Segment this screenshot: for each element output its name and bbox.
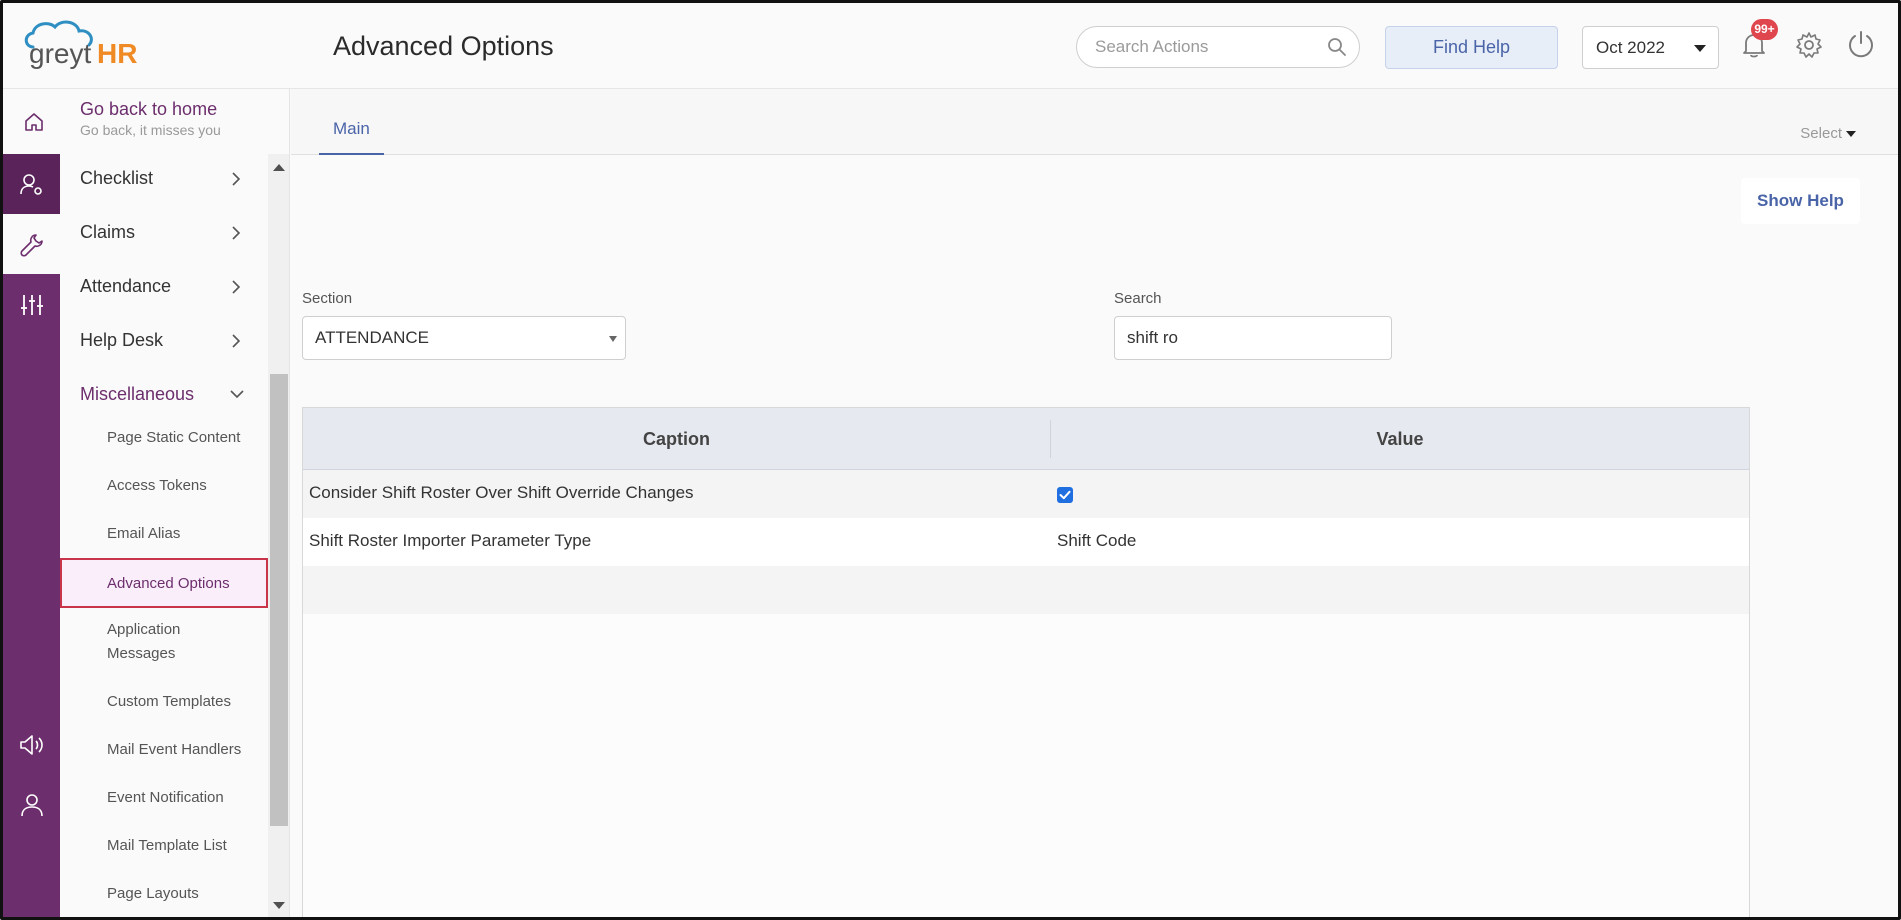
options-table: Caption Value Consider Shift Roster Over… — [302, 407, 1750, 917]
chevron-right-icon — [232, 334, 241, 348]
submenu-item-event-notification[interactable]: Event Notification — [60, 786, 268, 810]
chevron-down-icon — [230, 390, 244, 399]
search-actions-box[interactable] — [1076, 26, 1360, 68]
menu-item-label: Help Desk — [80, 330, 164, 350]
search-icon[interactable] — [1327, 37, 1347, 57]
submenu-item-email-alias[interactable]: Email Alias — [60, 522, 268, 546]
scroll-thumb[interactable] — [270, 374, 288, 826]
table-row-empty — [303, 566, 1749, 614]
tab-select-dropdown[interactable]: Select — [1800, 125, 1856, 142]
rail-home-item[interactable] — [3, 89, 60, 154]
logo-text-suffix: HR — [97, 38, 137, 69]
menu-item-label: Attendance — [80, 276, 172, 296]
go-back-title[interactable]: Go back to home — [80, 99, 217, 120]
user-icon — [21, 794, 43, 817]
column-header-caption[interactable]: Caption — [303, 408, 1050, 470]
row-caption: Shift Roster Importer Parameter Type — [309, 531, 592, 550]
chevron-right-icon — [232, 172, 241, 186]
search-label: Search — [1114, 290, 1162, 307]
scroll-down-arrow-icon[interactable] — [273, 902, 285, 909]
power-icon[interactable] — [1846, 29, 1876, 59]
period-value: Oct 2022 — [1596, 38, 1665, 57]
submenu-item-label: Advanced Options — [107, 575, 230, 592]
go-back-home[interactable]: Go back to home Go back, it misses you — [60, 89, 290, 154]
caret-down-icon — [1846, 131, 1856, 138]
submenu-item-mail-template-list[interactable]: Mail Template List — [60, 834, 268, 858]
scroll-up-arrow-icon[interactable] — [273, 164, 285, 171]
rail-profile-item[interactable] — [3, 774, 60, 834]
menu-item-checklist[interactable]: Checklist — [60, 154, 268, 204]
search-field[interactable]: shift ro — [1114, 316, 1392, 360]
submenu-item-mail-event-handlers[interactable]: Mail Event Handlers — [60, 738, 268, 762]
row-value: Shift Code — [1057, 531, 1137, 550]
notification-badge: 99+ — [1751, 19, 1778, 40]
wrench-icon — [20, 234, 43, 257]
rail-sliders-item[interactable] — [3, 274, 60, 334]
submenu-item-label: Email Alias — [107, 525, 181, 542]
menu-item-label: Claims — [80, 222, 136, 242]
submenu-item-application-messages[interactable]: Application Messages — [60, 618, 268, 666]
search-actions-input[interactable] — [1095, 37, 1315, 57]
submenu-item-label: Application Messages — [107, 621, 181, 662]
menu-item-label: Miscellaneous — [80, 384, 195, 404]
submenu-item-label: Custom Templates — [107, 693, 231, 710]
speaker-icon — [20, 735, 43, 755]
tab-select-label: Select — [1800, 125, 1842, 142]
submenu-item-custom-templates[interactable]: Custom Templates — [60, 690, 268, 714]
menu-item-claims[interactable]: Claims — [60, 208, 268, 258]
table-row[interactable]: Consider Shift Roster Over Shift Overrid… — [303, 470, 1749, 518]
caret-down-icon — [609, 336, 617, 342]
submenu-item-advanced-options[interactable]: Advanced Options — [60, 558, 268, 608]
chevron-right-icon — [232, 226, 241, 240]
rail-announcements-item[interactable] — [3, 714, 60, 774]
submenu-item-label: Page Static Content — [107, 429, 241, 446]
row-checkbox[interactable] — [1057, 487, 1073, 503]
sliders-icon — [21, 295, 43, 315]
home-icon — [25, 113, 43, 131]
submenu-item-page-static-content[interactable]: Page Static Content — [60, 426, 268, 450]
submenu-item-label: Page Layouts — [107, 885, 199, 902]
side-menu-scrollbar[interactable] — [268, 154, 290, 917]
submenu-item-page-layouts[interactable]: Page Layouts — [60, 882, 268, 906]
show-help-button[interactable]: Show Help — [1741, 178, 1860, 224]
table-row[interactable]: Shift Roster Importer Parameter Type Shi… — [303, 518, 1749, 566]
table-header: Caption Value — [303, 408, 1749, 470]
section-select[interactable]: ATTENDANCE — [302, 316, 626, 360]
logo-text-prefix: greyt — [29, 38, 91, 69]
top-header: greyt HR Advanced Options Find Help Oct … — [3, 3, 1898, 89]
side-menu: Checklist Claims Attendance Help Desk Mi… — [60, 154, 268, 917]
submenu-item-access-tokens[interactable]: Access Tokens — [60, 474, 268, 498]
menu-item-attendance[interactable]: Attendance — [60, 262, 268, 312]
rail-user-settings-item[interactable] — [3, 154, 60, 214]
app-window: greyt HR Advanced Options Find Help Oct … — [0, 0, 1901, 920]
menu-item-miscellaneous[interactable]: Miscellaneous — [60, 370, 268, 420]
user-settings-icon — [20, 174, 42, 195]
greythr-logo[interactable]: greyt HR — [19, 17, 159, 75]
menu-item-label: Checklist — [80, 168, 154, 188]
page-title: Advanced Options — [333, 31, 554, 61]
submenu-item-label: Event Notification — [107, 789, 224, 806]
rail-tools-item[interactable] — [3, 214, 60, 274]
row-caption: Consider Shift Roster Over Shift Overrid… — [309, 483, 694, 502]
period-dropdown[interactable]: Oct 2022 — [1582, 26, 1719, 69]
find-help-button[interactable]: Find Help — [1385, 26, 1558, 69]
caret-down-icon — [1694, 45, 1706, 52]
menu-item-help-desk[interactable]: Help Desk — [60, 316, 268, 366]
main-content: Show Help Section ATTENDANCE Search shif… — [291, 155, 1898, 917]
submenu-item-label: Mail Template List — [107, 837, 227, 854]
section-select-value: ATTENDANCE — [315, 328, 429, 347]
submenu-item-label: Access Tokens — [107, 477, 207, 494]
icon-rail — [3, 89, 60, 917]
column-header-value[interactable]: Value — [1051, 408, 1749, 470]
submenu-item-label: Mail Event Handlers — [107, 741, 242, 758]
section-label: Section — [302, 290, 353, 307]
checkmark-icon — [1059, 490, 1071, 500]
tab-main[interactable]: Main — [319, 119, 384, 155]
chevron-right-icon — [232, 280, 241, 294]
go-back-subtitle: Go back, it misses you — [80, 122, 221, 138]
tab-bar: Main Select — [291, 89, 1898, 155]
gear-icon[interactable] — [1795, 31, 1823, 59]
